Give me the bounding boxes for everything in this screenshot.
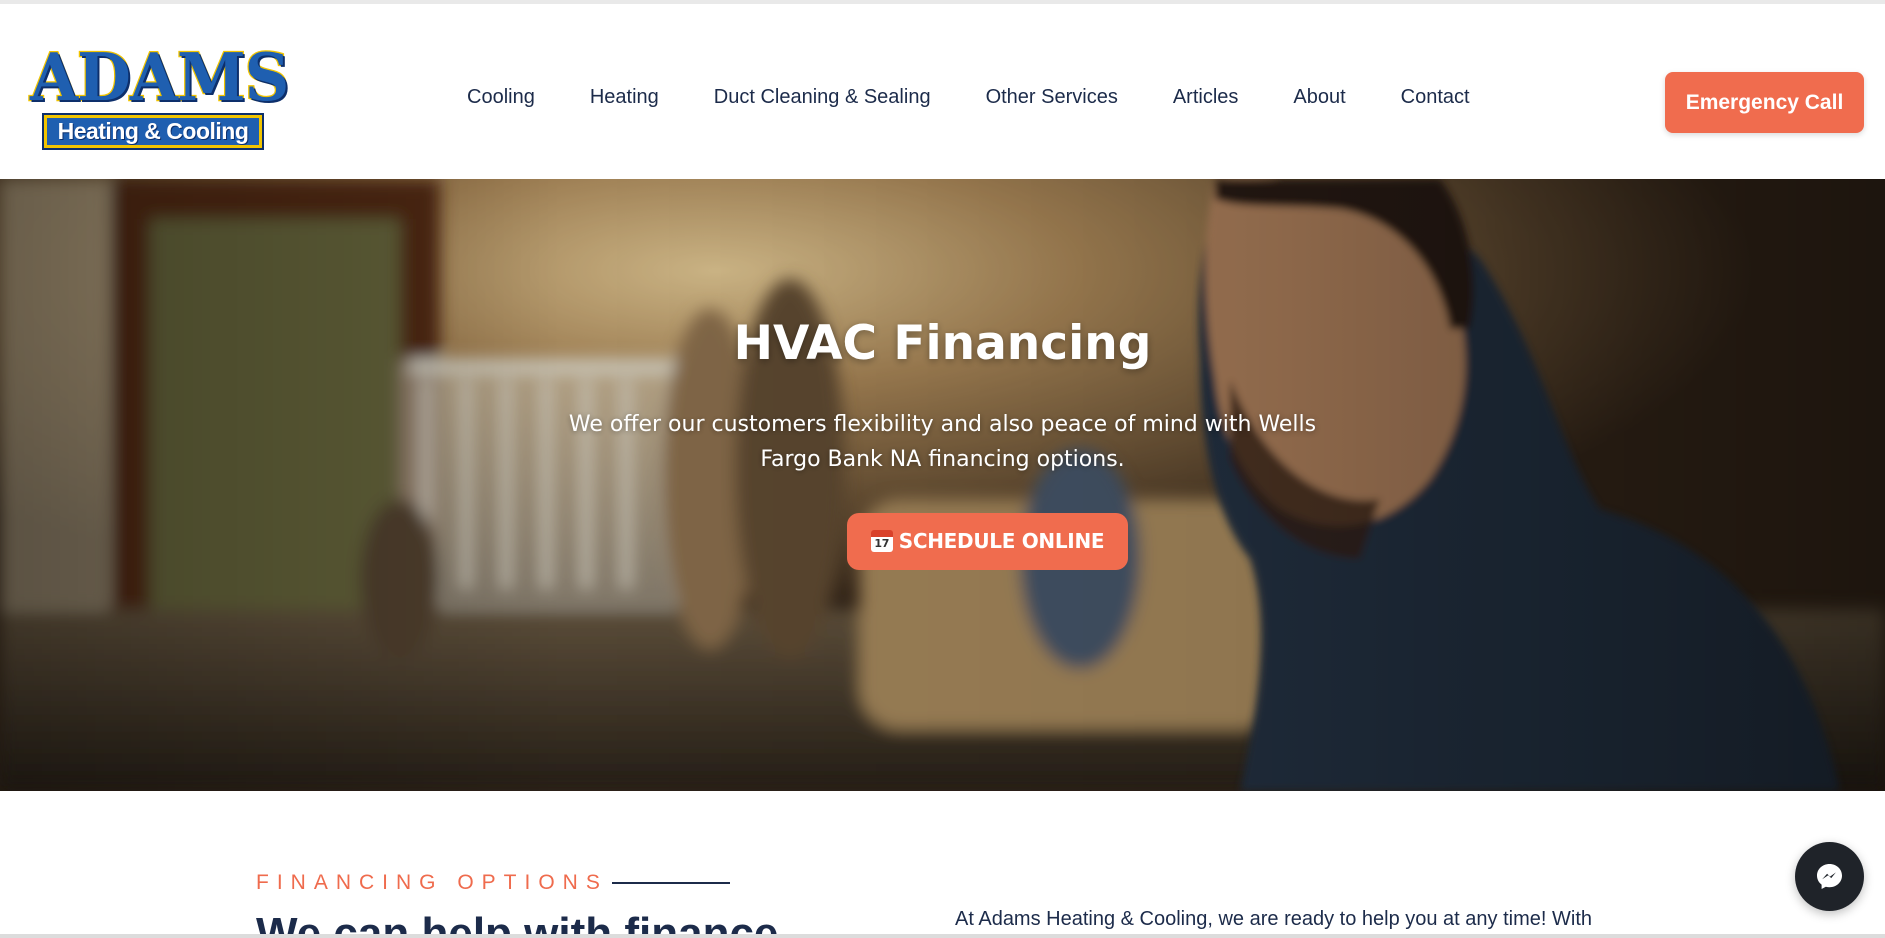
schedule-online-button[interactable]: SCHEDULE ONLINE bbox=[847, 513, 1128, 570]
logo-tagline: Heating & Cooling bbox=[42, 113, 264, 150]
nav-item-about[interactable]: About bbox=[1293, 82, 1345, 112]
nav-item-articles[interactable]: Articles bbox=[1173, 82, 1239, 112]
eyebrow-divider bbox=[611, 882, 730, 884]
messenger-chat-button[interactable] bbox=[1795, 842, 1864, 911]
messenger-icon bbox=[1817, 864, 1842, 889]
site-logo[interactable]: ADAMS Heating & Cooling bbox=[29, 38, 291, 152]
nav-item-duct-cleaning[interactable]: Duct Cleaning & Sealing bbox=[714, 82, 931, 112]
calendar-icon bbox=[870, 530, 893, 552]
schedule-online-label: SCHEDULE ONLINE bbox=[898, 529, 1105, 553]
hero-title: HVAC Financing bbox=[733, 316, 1152, 371]
nav-item-cooling[interactable]: Cooling bbox=[467, 82, 535, 112]
hero-subtitle: We offer our customers flexibility and a… bbox=[568, 412, 1317, 472]
main-nav: Cooling Heating Duct Cleaning & Sealing … bbox=[467, 82, 1470, 112]
financing-section: FINANCING OPTIONS We can help with finan… bbox=[0, 791, 1885, 938]
hero-background-image bbox=[0, 179, 1885, 791]
hero-banner: HVAC Financing We offer our customers fl… bbox=[0, 179, 1885, 791]
nav-item-heating[interactable]: Heating bbox=[590, 82, 659, 112]
financing-eyebrow: FINANCING OPTIONS bbox=[256, 869, 730, 897]
financing-body: At Adams Heating & Cooling, we are ready… bbox=[955, 908, 1592, 930]
nav-item-contact[interactable]: Contact bbox=[1401, 82, 1470, 112]
emergency-call-button[interactable]: Emergency Call bbox=[1665, 72, 1864, 133]
site-header: ADAMS Heating & Cooling Cooling Heating … bbox=[0, 4, 1885, 179]
logo-wordmark: ADAMS bbox=[29, 38, 291, 116]
bottom-border bbox=[0, 934, 1885, 938]
financing-eyebrow-label: FINANCING OPTIONS bbox=[256, 871, 608, 894]
nav-item-other-services[interactable]: Other Services bbox=[986, 82, 1118, 112]
